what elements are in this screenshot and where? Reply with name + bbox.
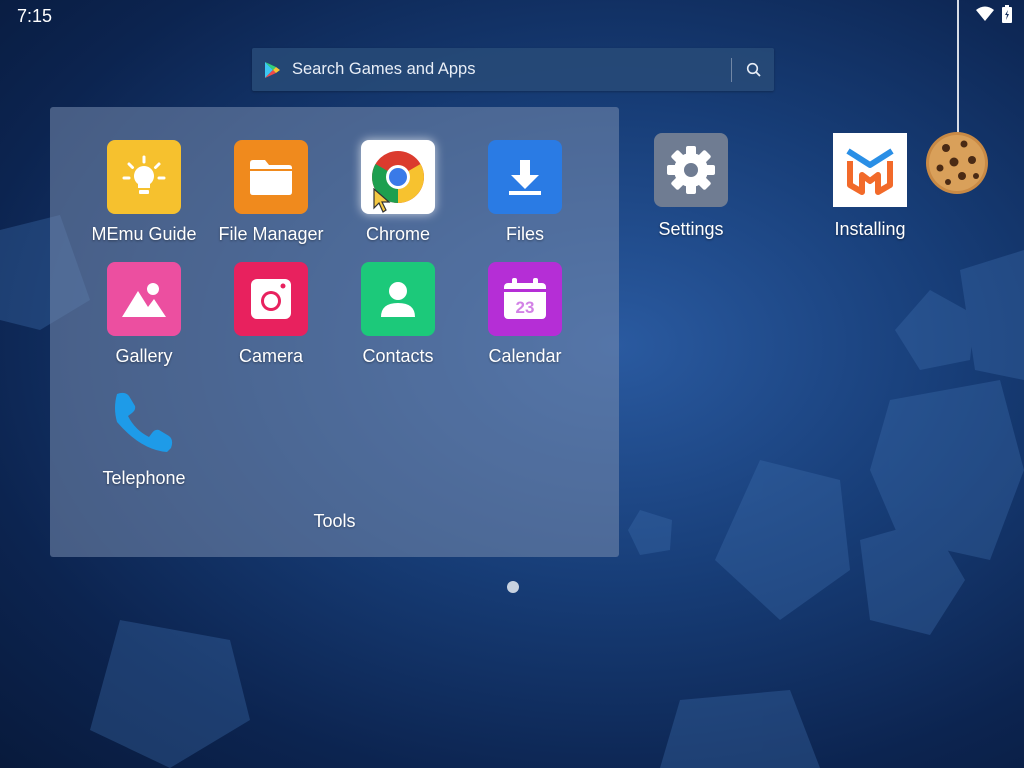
download-icon — [488, 140, 562, 214]
app-gallery[interactable]: Gallery — [79, 262, 209, 367]
battery-icon — [1002, 5, 1012, 28]
search-icon[interactable] — [746, 62, 762, 78]
app-camera[interactable]: Camera — [206, 262, 336, 367]
app-label: Chrome — [365, 224, 431, 244]
app-label: Contacts — [362, 346, 434, 366]
page-indicator-dot[interactable] — [507, 581, 519, 593]
lightbulb-icon — [107, 140, 181, 214]
app-label: Gallery — [115, 346, 173, 366]
app-memu-guide[interactable]: MEmu Guide — [79, 140, 209, 245]
contacts-icon — [361, 262, 435, 336]
app-label: Camera — [238, 346, 304, 366]
memu-logo-icon — [833, 133, 907, 207]
app-label: Telephone — [102, 468, 186, 488]
app-label: MEmu Guide — [91, 224, 197, 244]
mouse-cursor-icon — [373, 188, 391, 213]
app-file-manager[interactable]: File Manager — [206, 140, 336, 245]
folder-icon — [234, 140, 308, 214]
phone-icon — [107, 384, 181, 458]
app-label: Calendar — [488, 346, 562, 366]
app-chrome[interactable]: Chrome — [333, 140, 463, 245]
gallery-icon — [107, 262, 181, 336]
chrome-icon — [361, 140, 435, 214]
app-installing[interactable]: Installing — [800, 133, 940, 240]
status-clock: 7:15 — [17, 6, 53, 26]
app-label: Files — [505, 224, 544, 244]
app-label: File Manager — [218, 224, 324, 244]
app-contacts[interactable]: Contacts — [333, 262, 463, 367]
cookie-string — [957, 0, 959, 134]
app-telephone[interactable]: Telephone — [79, 384, 209, 489]
wifi-icon — [976, 6, 994, 27]
app-calendar[interactable]: 23 Calendar — [460, 262, 590, 367]
gear-icon — [654, 133, 728, 207]
status-icons — [976, 5, 1012, 28]
folder-title[interactable]: Tools — [50, 511, 619, 532]
svg-text:23: 23 — [516, 298, 535, 317]
folder-tools: MEmu Guide File Manager Chrome Files Gal… — [50, 107, 619, 557]
camera-icon — [234, 262, 308, 336]
calendar-icon: 23 — [488, 262, 562, 336]
search-input[interactable]: Search Games and Apps — [292, 60, 731, 79]
play-store-icon — [263, 61, 281, 79]
search-divider — [731, 57, 732, 82]
search-bar[interactable]: Search Games and Apps — [252, 48, 774, 91]
app-label: Settings — [658, 219, 724, 239]
cookie-icon[interactable] — [924, 130, 990, 196]
app-files[interactable]: Files — [460, 140, 590, 245]
app-settings[interactable]: Settings — [621, 133, 761, 240]
app-label: Installing — [834, 219, 906, 239]
